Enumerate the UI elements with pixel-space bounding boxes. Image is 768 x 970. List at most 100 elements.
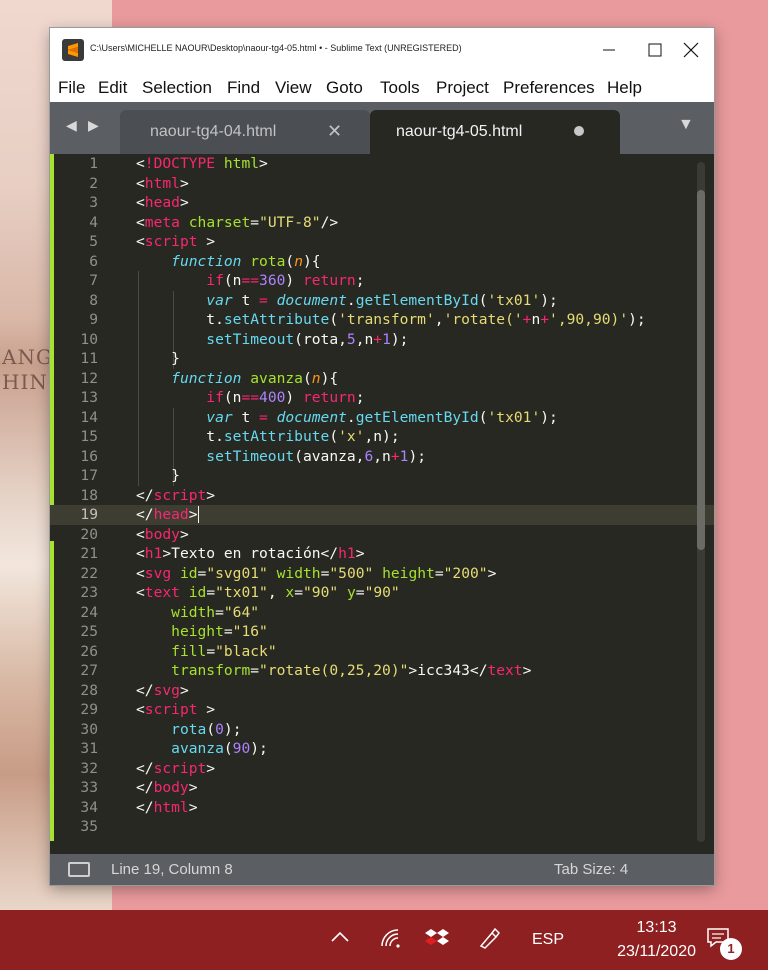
code-text: <svg id="svg01" width="500" height="200"…: [136, 564, 497, 582]
line-number: 35: [80, 818, 98, 835]
modified-dot-icon[interactable]: [574, 126, 584, 136]
line-number: 26: [80, 642, 98, 660]
line-number: 9: [89, 311, 98, 328]
line-number: 8: [89, 291, 98, 309]
tab-naour-tg4-04[interactable]: naour-tg4-04.html ✕: [120, 110, 370, 154]
menu-project[interactable]: Project: [436, 78, 489, 98]
code-text: avanza(90);: [171, 740, 268, 757]
code-line: 31 avanza(90);: [50, 739, 714, 759]
code-line: 30 rota(0);: [50, 720, 714, 740]
panel-toggle-icon[interactable]: [68, 862, 90, 877]
code-line: 4 <meta charset="UTF-8"/>: [50, 213, 714, 233]
code-line: 15 t.setAttribute('x',n);: [50, 427, 714, 447]
cursor-position: Line 19, Column 8: [111, 861, 233, 878]
line-number: 1: [89, 155, 98, 172]
wifi-icon[interactable]: [380, 928, 402, 953]
code-text: </body>: [136, 779, 198, 796]
menu-help[interactable]: Help: [607, 78, 642, 98]
menu-edit[interactable]: Edit: [98, 78, 127, 98]
line-number: 12: [80, 369, 98, 387]
code-text: function avanza(n){: [171, 369, 339, 387]
code-text: rota(0);: [171, 720, 242, 738]
code-line: 17 }: [50, 466, 714, 486]
code-text: <h1>Texto en rotación</h1>: [136, 545, 365, 562]
windows-taskbar: ESP 13:13 23/11/2020 1: [0, 910, 768, 970]
title-bar[interactable]: C:\Users\MICHELLE NAOUR\Desktop\naour-tg…: [50, 28, 714, 72]
menu-selection[interactable]: Selection: [142, 78, 212, 98]
code-text: <meta charset="UTF-8"/>: [136, 213, 339, 231]
line-number: 31: [80, 740, 98, 757]
code-line-active: 19 </head>: [50, 505, 714, 525]
line-number: 23: [80, 584, 98, 601]
code-text: t.setAttribute('transform','rotate('+n+'…: [136, 311, 646, 328]
code-line: 6 function rota(n){: [50, 252, 714, 272]
code-text: if(n==400) return;: [206, 389, 365, 406]
code-line: 27 transform="rotate(0,25,20)">icc343</t…: [50, 661, 714, 681]
minimize-button[interactable]: [586, 28, 632, 72]
menu-view[interactable]: View: [275, 78, 312, 98]
close-button[interactable]: [668, 28, 714, 72]
code-text: if(n==360) return;: [206, 272, 365, 289]
code-text: <html>: [136, 174, 189, 192]
clock-date: 23/11/2020: [617, 943, 696, 960]
code-text: width="64": [171, 603, 260, 621]
code-text: </svg>: [136, 681, 189, 699]
code-text: <script >: [136, 701, 216, 718]
line-number: 10: [80, 330, 98, 348]
line-number: 21: [80, 545, 98, 562]
code-line: 22 <svg id="svg01" width="500" height="20…: [50, 564, 714, 584]
input-language-indicator[interactable]: ESP: [532, 931, 564, 949]
pen-stylus-icon[interactable]: [478, 927, 502, 954]
code-line: 35: [50, 817, 714, 837]
wallpaper-text: ANG: [2, 345, 53, 369]
tab-bar: ◀ ▶ naour-tg4-04.html ✕ naour-tg4-05.htm…: [50, 102, 714, 154]
code-line: 34 </html>: [50, 798, 714, 818]
line-number: 29: [80, 701, 98, 718]
code-line: 12 function avanza(n){: [50, 369, 714, 389]
code-text: <body>: [136, 525, 189, 543]
dropbox-icon[interactable]: [424, 927, 450, 954]
code-text: var t = document.getElementById('tx01');: [206, 291, 558, 309]
vertical-scrollbar-thumb[interactable]: [697, 190, 705, 550]
line-number: 34: [80, 798, 98, 816]
line-number: 17: [80, 467, 98, 484]
code-line: 5 <script >: [50, 232, 714, 252]
code-text: </script>: [136, 759, 216, 777]
menu-find[interactable]: Find: [227, 78, 260, 98]
line-number: 27: [80, 662, 98, 679]
menu-tools[interactable]: Tools: [380, 78, 420, 98]
code-text: <text id="tx01", x="90" y="90": [136, 584, 400, 601]
code-line: 26 fill="black": [50, 642, 714, 662]
tab-next-arrow-icon[interactable]: ▶: [88, 117, 99, 134]
line-number: 20: [80, 525, 98, 543]
tab-naour-tg4-05[interactable]: naour-tg4-05.html: [370, 110, 620, 154]
code-editor[interactable]: 1 <!DOCTYPE html> 2 <html> 3 <head> 4 <meta …: [50, 154, 714, 854]
code-text: <head>: [136, 194, 189, 211]
menu-bar: File Edit Selection Find View Goto Tools…: [50, 72, 714, 102]
code-line: 25 height="16": [50, 622, 714, 642]
code-text: <!DOCTYPE html>: [136, 155, 268, 172]
code-text: fill="black": [171, 642, 277, 660]
tab-close-icon[interactable]: ✕: [327, 121, 342, 142]
code-text: </script>: [136, 486, 216, 504]
menu-preferences[interactable]: Preferences: [503, 78, 595, 98]
code-line: 29 <script >: [50, 700, 714, 720]
code-text: transform="rotate(0,25,20)">icc343</text…: [171, 662, 532, 679]
window-title: C:\Users\MICHELLE NAOUR\Desktop\naour-tg…: [90, 43, 462, 53]
line-number: 2: [89, 174, 98, 192]
line-number: 6: [89, 252, 98, 270]
line-number: 24: [80, 603, 98, 621]
tab-list-dropdown-icon[interactable]: ▼: [678, 116, 694, 134]
taskbar-clock[interactable]: 13:13 23/11/2020: [617, 916, 696, 964]
menu-file[interactable]: File: [58, 78, 85, 98]
code-line: 33 </body>: [50, 778, 714, 798]
tab-size-selector[interactable]: Tab Size: 4: [554, 861, 628, 878]
code-line: 1 <!DOCTYPE html>: [50, 154, 714, 174]
line-number: 14: [80, 408, 98, 426]
line-number: 13: [80, 389, 98, 406]
code-line: 11 }: [50, 349, 714, 369]
show-hidden-icons-chevron-up-icon[interactable]: [330, 930, 350, 949]
menu-goto[interactable]: Goto: [326, 78, 363, 98]
tab-prev-arrow-icon[interactable]: ◀: [66, 117, 77, 134]
code-line: 8 var t = document.getElementById('tx01'…: [50, 291, 714, 311]
